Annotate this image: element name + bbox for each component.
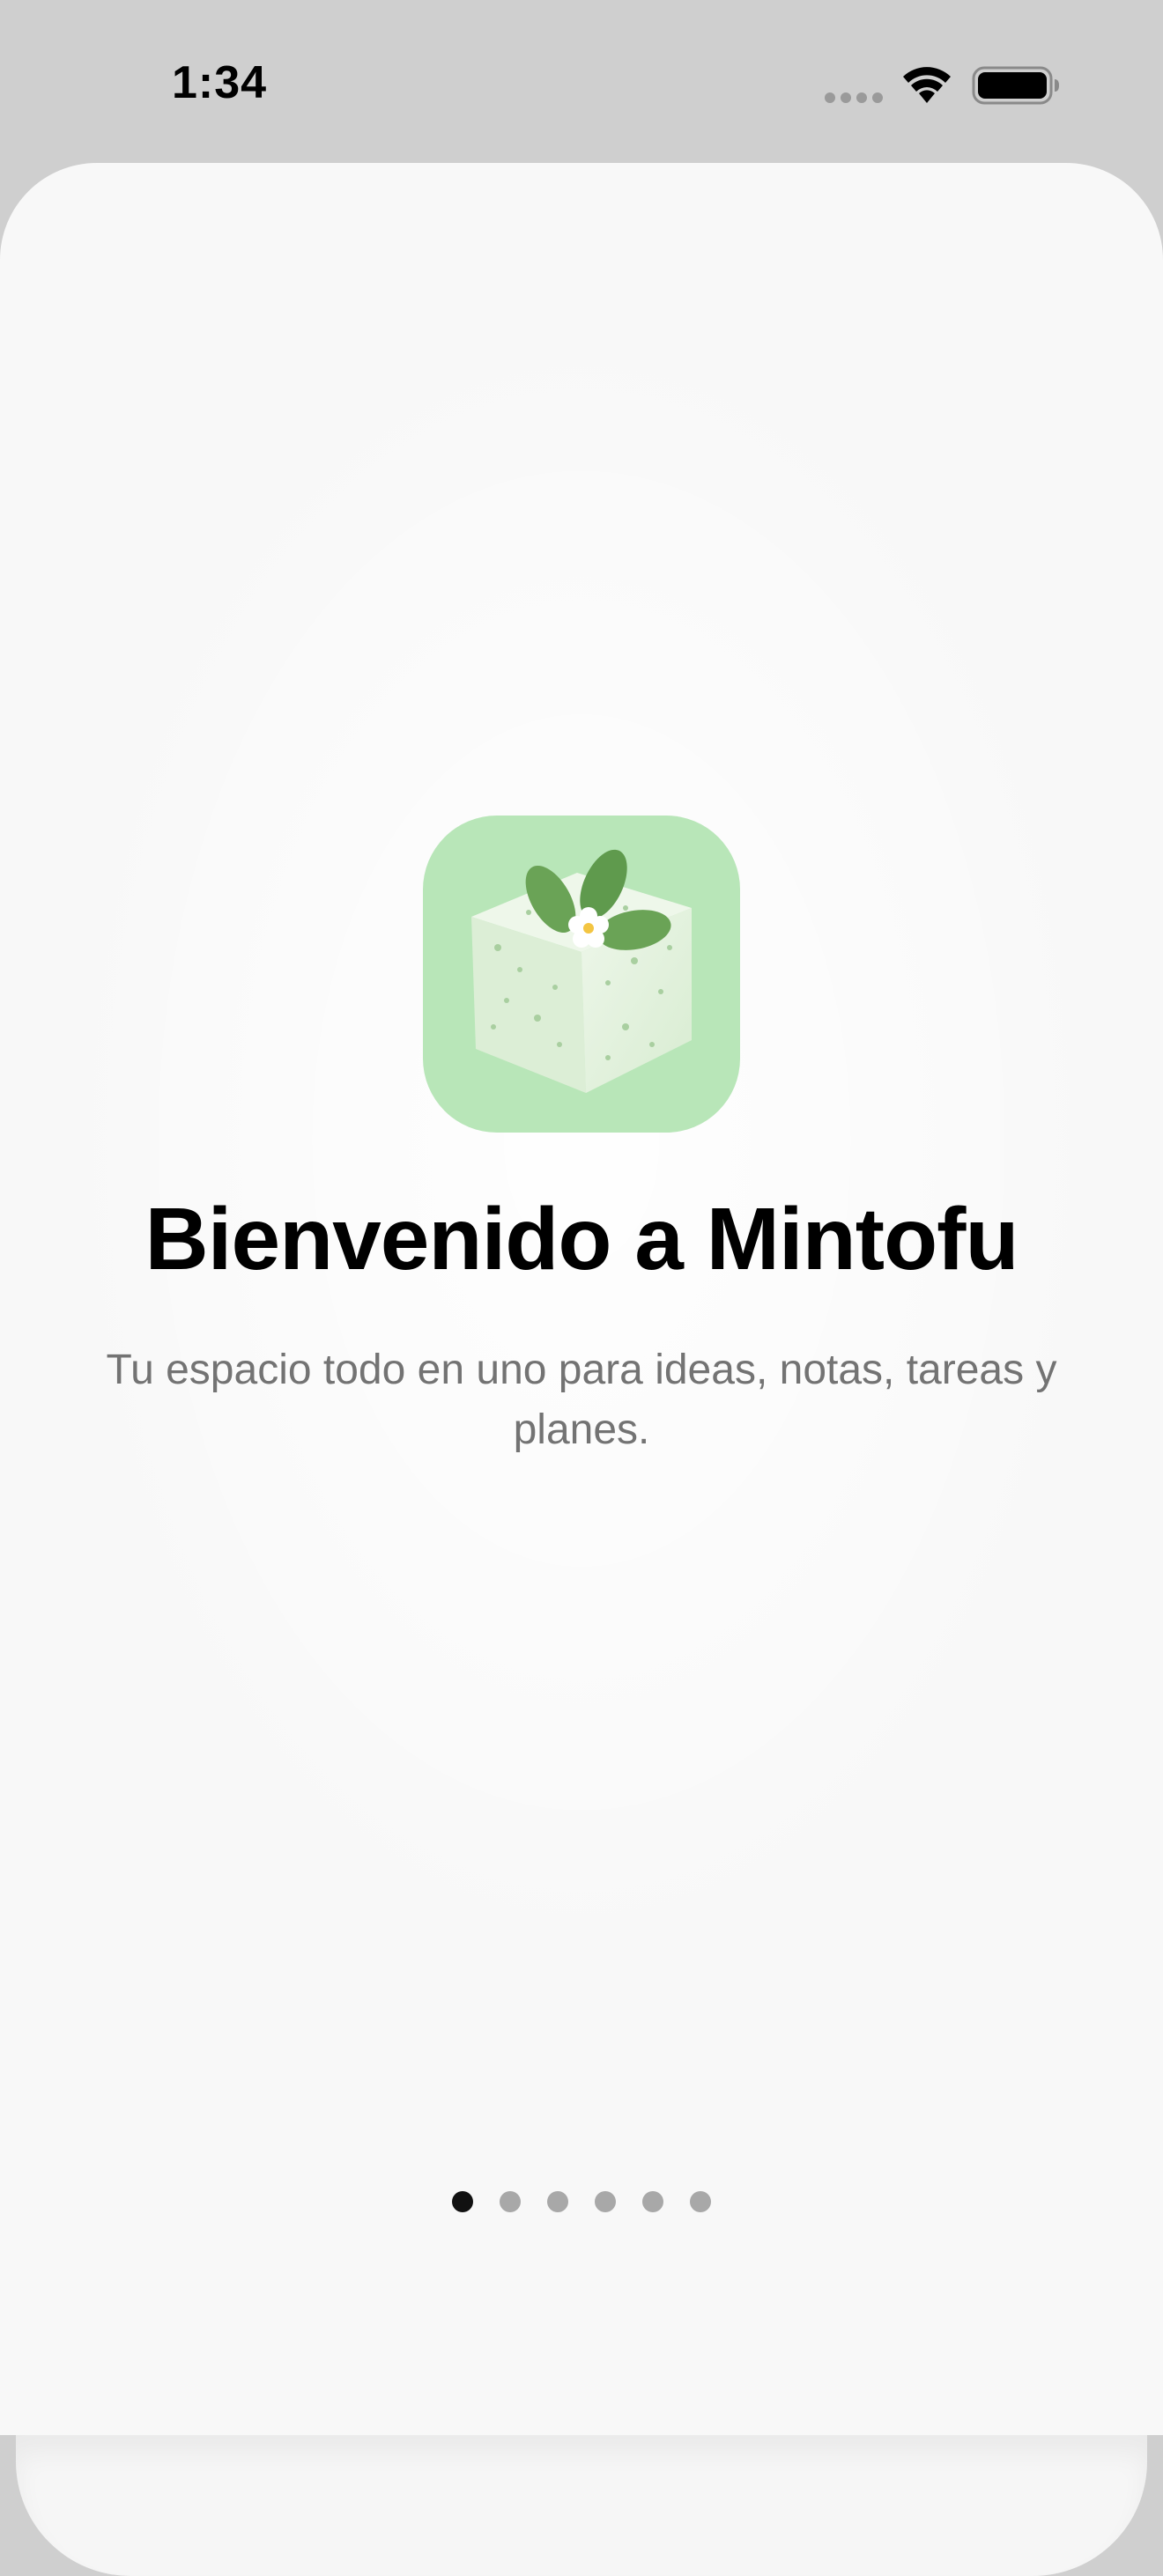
page-dot-5[interactable] <box>642 2191 663 2212</box>
onboarding-sheet <box>0 163 1163 2435</box>
underlying-card <box>16 2435 1147 2576</box>
page-dot-2[interactable] <box>500 2191 521 2212</box>
page-dot-4[interactable] <box>595 2191 616 2212</box>
page-dot-6[interactable] <box>690 2191 711 2212</box>
page-indicator[interactable] <box>0 2184 1163 2219</box>
page-dot-3[interactable] <box>547 2191 568 2212</box>
background-glow <box>53 304 1110 1977</box>
welcome-subtitle: Tu espacio todo en uno para ideas, notas… <box>106 1347 1057 1453</box>
welcome-title: Bienvenido a Mintofu <box>144 1190 1019 1288</box>
page-dot-1[interactable] <box>452 2191 473 2212</box>
battery-icon <box>972 66 1059 105</box>
app-logo-icon <box>423 816 740 1133</box>
wifi-icon <box>903 67 951 103</box>
status-time: 1:34 <box>172 57 268 108</box>
status-bar: 1:34 <box>0 0 1163 163</box>
signal-dots-icon <box>825 92 883 103</box>
